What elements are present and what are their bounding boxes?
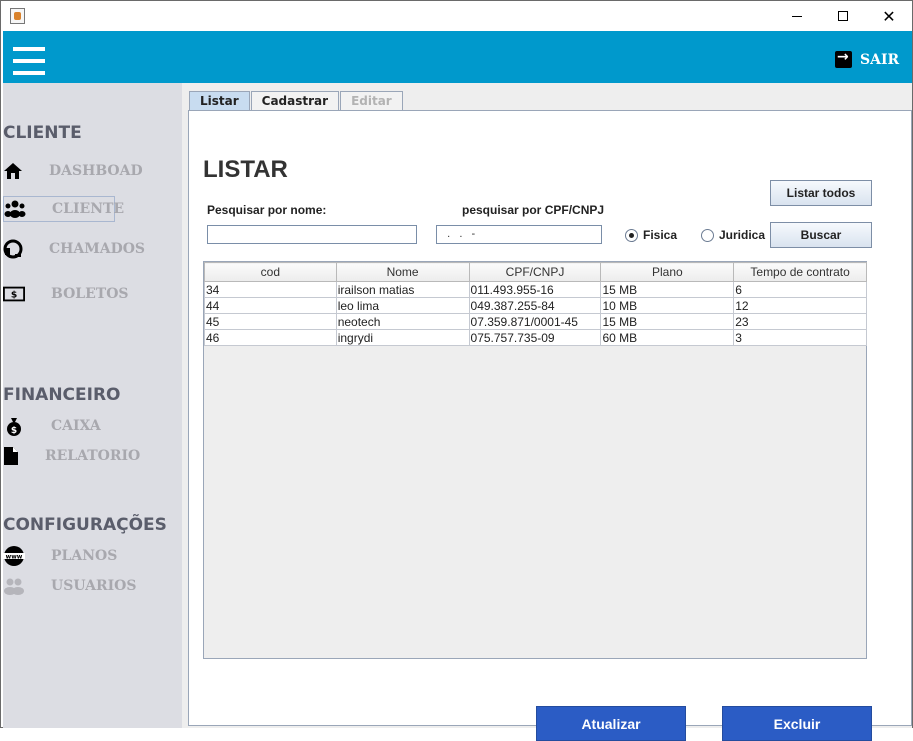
cell-plano: 60 MB [600, 329, 735, 346]
home-icon [3, 160, 23, 182]
sidebar-section-cliente: CLIENTE [3, 123, 82, 143]
table-row[interactable]: 46 ingrydi 075.757.735-09 60 MB 3 [204, 329, 867, 346]
file-icon [3, 445, 19, 467]
radio-unselected-icon [701, 228, 714, 242]
cell-plano: 10 MB [600, 297, 735, 314]
cell-cod: 34 [204, 281, 337, 298]
sidebar-item-label: BOLETOS [51, 286, 129, 302]
column-header-nome[interactable]: Nome [335, 262, 470, 282]
column-header-plano[interactable]: Plano [600, 262, 735, 282]
column-header-tempo-contrato[interactable]: Tempo de contrato [733, 262, 867, 282]
sidebar-item-relatorio[interactable]: RELATORIO [3, 443, 140, 469]
cell-plano: 15 MB [600, 313, 735, 330]
excluir-button[interactable]: Excluir [722, 706, 872, 741]
maximize-icon [838, 11, 848, 21]
atualizar-button[interactable]: Atualizar [536, 706, 686, 741]
radio-juridica-label: Juridica [719, 228, 766, 242]
sidebar-item-label: USUARIOS [51, 578, 137, 594]
headset-icon [3, 238, 23, 260]
search-doc-input[interactable]: . . - [436, 225, 602, 244]
tab-listar[interactable]: Listar [189, 91, 250, 110]
svg-text:www: www [6, 554, 23, 561]
sidebar-item-cliente[interactable]: CLIENTE [3, 196, 124, 222]
java-app-icon [10, 8, 25, 24]
minimize-icon [792, 15, 802, 17]
sidebar-item-planos[interactable]: www PLANOS [3, 543, 118, 569]
maximize-button[interactable] [820, 1, 866, 31]
sidebar-item-label: DASHBOAD [49, 163, 143, 179]
sidebar-section-financeiro: FINANCEIRO [3, 385, 121, 405]
listar-todos-button[interactable]: Listar todos [770, 180, 872, 206]
sidebar-item-label: PLANOS [51, 548, 118, 564]
cell-plano: 15 MB [600, 281, 735, 298]
globe-icon: www [3, 545, 25, 567]
column-header-cod[interactable]: cod [204, 262, 337, 282]
clients-table: cod Nome CPF/CNPJ Plano Tempo de contrat… [204, 262, 867, 346]
main-content: Listar Cadastrar Editar LISTAR Pesquisar… [182, 83, 912, 741]
sidebar-item-label: CAIXA [51, 418, 101, 434]
radio-fisica[interactable]: Fisica [625, 228, 677, 242]
column-header-cpf-cnpj[interactable]: CPF/CNPJ [468, 262, 602, 282]
svg-text:$: $ [11, 290, 17, 301]
minimize-button[interactable] [774, 1, 820, 31]
cell-tempo: 3 [733, 329, 867, 346]
close-icon: ✕ [882, 6, 896, 26]
radio-juridica[interactable]: Juridica [701, 228, 765, 242]
cell-cpf-cnpj: 07.359.871/0001-45 [468, 313, 602, 330]
sidebar-item-label: CHAMADOS [49, 241, 146, 257]
tab-bar: Listar Cadastrar Editar [189, 91, 404, 110]
table-row[interactable]: 45 neotech 07.359.871/0001-45 15 MB 23 [204, 313, 867, 330]
sidebar-item-chamados[interactable]: CHAMADOS [3, 236, 145, 262]
cell-cod: 46 [204, 329, 337, 346]
page-title: LISTAR [203, 156, 288, 183]
money-bag-icon: $ [3, 415, 25, 437]
tab-editar: Editar [340, 91, 403, 110]
money-icon: $ [3, 283, 25, 305]
buscar-button[interactable]: Buscar [770, 222, 872, 248]
top-header-bar: SAIR [3, 31, 912, 83]
table-row[interactable]: 34 irailson matias 011.493.955-16 15 MB … [204, 281, 867, 298]
sidebar-item-usuarios[interactable]: USUARIOS [3, 573, 136, 599]
search-name-input[interactable] [207, 225, 417, 244]
sidebar-item-boletos[interactable]: $ BOLETOS [3, 281, 129, 307]
sair-label: SAIR [860, 51, 900, 68]
title-bar: ✕ [1, 1, 912, 31]
svg-text:$: $ [11, 426, 17, 436]
clients-table-container[interactable]: cod Nome CPF/CNPJ Plano Tempo de contrat… [203, 261, 867, 659]
sidebar-item-caixa[interactable]: $ CAIXA [3, 413, 115, 439]
radio-selected-icon [625, 228, 638, 242]
listar-panel: LISTAR Pesquisar por nome: pesquisar por… [188, 110, 912, 741]
radio-fisica-label: Fisica [643, 228, 678, 242]
cell-cpf-cnpj: 075.757.735-09 [468, 329, 602, 346]
search-name-label: Pesquisar por nome: [207, 203, 327, 217]
table-row[interactable]: 44 leo lima 049.387.255-84 10 MB 12 [204, 297, 867, 314]
cell-tempo: 23 [733, 313, 867, 330]
close-button[interactable]: ✕ [866, 1, 912, 31]
cell-cpf-cnpj: 049.387.255-84 [468, 297, 602, 314]
cell-cpf-cnpj: 011.493.955-16 [468, 281, 602, 298]
cell-nome: ingrydi [335, 329, 470, 346]
cell-nome: neotech [335, 313, 470, 330]
cell-nome: irailson matias [335, 281, 470, 298]
sair-button[interactable]: SAIR [835, 49, 900, 68]
table-header-row: cod Nome CPF/CNPJ Plano Tempo de contrat… [204, 262, 867, 282]
users-icon [4, 198, 26, 220]
cell-tempo: 6 [733, 281, 867, 298]
sidebar-item-label: RELATORIO [45, 448, 141, 464]
application-window: ✕ SAIR CLIENTE DASHBOAD CLIENTE CHAMADOS… [0, 0, 913, 741]
cell-nome: leo lima [335, 297, 470, 314]
cell-cod: 44 [204, 297, 337, 314]
group-icon [3, 575, 25, 597]
sidebar-item-dashboad[interactable]: DASHBOAD [3, 158, 143, 184]
sidebar-section-configuracoes: CONFIGURAÇÕES [3, 515, 167, 535]
sidebar: CLIENTE DASHBOAD CLIENTE CHAMADOS $ BOLE… [3, 83, 182, 728]
tab-cadastrar[interactable]: Cadastrar [250, 91, 340, 110]
sidebar-item-label: CLIENTE [52, 201, 125, 217]
cell-tempo: 12 [733, 297, 867, 314]
search-doc-label: pesquisar por CPF/CNPJ [462, 203, 605, 217]
logout-icon [835, 49, 852, 68]
hamburger-menu-icon[interactable] [13, 47, 45, 77]
cell-cod: 45 [204, 313, 337, 330]
